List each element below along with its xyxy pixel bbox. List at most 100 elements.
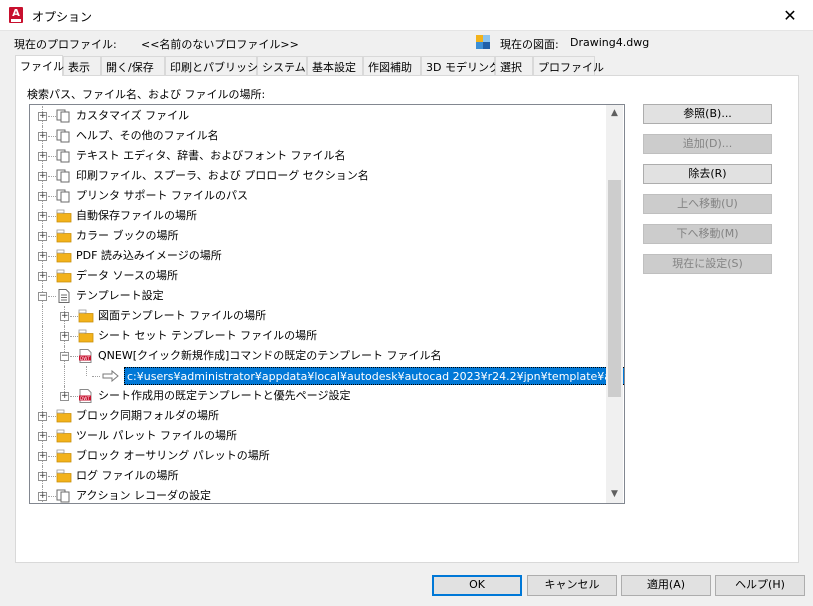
tree-node[interactable]: + ブロック同期フォルダの場所: [30, 406, 608, 426]
tree-node[interactable]: + カスタマイズ ファイル: [30, 106, 608, 126]
scroll-thumb[interactable]: [608, 180, 621, 397]
current-profile-value: <<名前のないプロファイル>>: [141, 38, 299, 51]
tree-node-label: ログ ファイルの場所: [76, 469, 179, 482]
add-button[interactable]: 追加(D)...: [643, 134, 772, 154]
tree-scrollbar[interactable]: ▲ ▼: [606, 105, 623, 503]
document-icon: [56, 289, 72, 303]
expand-icon[interactable]: +: [38, 152, 47, 161]
tab-files[interactable]: ファイル: [15, 55, 64, 76]
tree-node[interactable]: − テンプレート設定: [30, 286, 608, 306]
tree-node[interactable]: + ヘルプ、その他のファイル名: [30, 126, 608, 146]
expand-icon[interactable]: +: [38, 412, 47, 421]
expand-icon[interactable]: +: [38, 232, 47, 241]
help-button[interactable]: ヘルプ(H): [715, 575, 805, 596]
tree-node[interactable]: + DWT シート作成用の既定テンプレートと優先ページ設定: [30, 386, 608, 406]
search-path-tree[interactable]: + カスタマイズ ファイル + ヘルプ、その他のファイル名 + テキスト エディタ、辞書、…: [29, 104, 625, 504]
cancel-button[interactable]: キャンセル: [527, 575, 617, 596]
current-drawing-label: 現在の図面:: [500, 38, 559, 51]
folder-icon: [56, 409, 72, 423]
scroll-up-icon[interactable]: ▲: [606, 105, 623, 122]
tab-profiles[interactable]: プロファイル: [533, 56, 604, 75]
tree-node-label: プリンタ サポート ファイルのパス: [76, 189, 248, 202]
expand-icon[interactable]: +: [38, 172, 47, 181]
tree-node[interactable]: + カラー ブックの場所: [30, 226, 608, 246]
tab-selection[interactable]: 選択: [495, 56, 533, 75]
close-icon[interactable]: ✕: [767, 0, 813, 31]
expand-icon[interactable]: +: [38, 432, 47, 441]
scroll-down-icon[interactable]: ▼: [606, 486, 623, 503]
expand-icon[interactable]: +: [38, 472, 47, 481]
tree-node[interactable]: − DWT QNEW[クイック新規作成]コマンドの既定のテンプレート ファイル名: [30, 346, 608, 366]
tree-node[interactable]: + ツール パレット ファイルの場所: [30, 426, 608, 446]
ok-button[interactable]: OK: [432, 575, 522, 596]
tree-node-label: シート セット テンプレート ファイルの場所: [98, 329, 318, 342]
move-down-button[interactable]: 下へ移動(M): [643, 224, 772, 244]
tree-node-label: PDF 読み込みイメージの場所: [76, 249, 222, 262]
file-stack-icon: [56, 129, 72, 143]
file-stack-icon: [56, 169, 72, 183]
collapse-icon[interactable]: −: [60, 352, 69, 361]
tree-node[interactable]: + ブロック オーサリング パレットの場所: [30, 446, 608, 466]
expand-icon[interactable]: +: [38, 132, 47, 141]
tree-node-label: テキスト エディタ、辞書、およびフォント ファイル名: [76, 149, 346, 162]
folder-icon: [78, 329, 94, 343]
tree-node[interactable]: + アクション レコーダの設定: [30, 486, 608, 503]
folder-icon: [56, 469, 72, 483]
folder-icon: [56, 269, 72, 283]
tab-display[interactable]: 表示: [63, 56, 101, 75]
tree-node-label: 印刷ファイル、スプーラ、および プロローグ セクション名: [76, 169, 369, 182]
tree-node[interactable]: + データ ソースの場所: [30, 266, 608, 286]
window-title: オプション: [32, 10, 93, 24]
expand-icon[interactable]: +: [38, 192, 47, 201]
folder-icon: [56, 429, 72, 443]
tree-path-entry[interactable]: c:¥users¥administrator¥appdata¥local¥aut…: [30, 366, 624, 386]
expand-icon[interactable]: +: [60, 312, 69, 321]
file-stack-icon: [56, 189, 72, 203]
svg-text:DWT: DWT: [80, 356, 90, 361]
current-drawing-value: Drawing4.dwg: [570, 36, 650, 49]
expand-icon[interactable]: +: [38, 452, 47, 461]
title-bar: A オプション ✕: [0, 0, 813, 31]
tree-node[interactable]: + プリンタ サポート ファイルのパス: [30, 186, 608, 206]
folder-icon: [56, 249, 72, 263]
tab-user-preferences[interactable]: 基本設定: [307, 56, 363, 75]
tree-node[interactable]: + ログ ファイルの場所: [30, 466, 608, 486]
tree-node[interactable]: + 自動保存ファイルの場所: [30, 206, 608, 226]
expand-icon[interactable]: +: [38, 212, 47, 221]
tree-node-label: カラー ブックの場所: [76, 229, 179, 242]
move-up-button[interactable]: 上へ移動(U): [643, 194, 772, 214]
tab-3d-modeling[interactable]: 3D モデリング: [421, 56, 500, 75]
remove-button[interactable]: 除去(R): [643, 164, 772, 184]
tree-node[interactable]: + PDF 読み込みイメージの場所: [30, 246, 608, 266]
svg-text:DWT: DWT: [80, 396, 90, 401]
expand-icon[interactable]: +: [60, 332, 69, 341]
tab-drafting[interactable]: 作図補助: [363, 56, 421, 75]
browse-button[interactable]: 参照(B)...: [643, 104, 772, 124]
folder-icon: [78, 309, 94, 323]
selected-path-label: c:¥users¥administrator¥appdata¥local¥aut…: [124, 367, 624, 385]
set-current-button[interactable]: 現在に設定(S): [643, 254, 772, 274]
tree-node[interactable]: + 印刷ファイル、スプーラ、および プロローグ セクション名: [30, 166, 608, 186]
autocad-app-icon: A: [9, 7, 23, 23]
folder-icon: [56, 209, 72, 223]
tree-node-label: ツール パレット ファイルの場所: [76, 429, 237, 442]
tree-node[interactable]: + シート セット テンプレート ファイルの場所: [30, 326, 608, 346]
tree-node-label: カスタマイズ ファイル: [76, 109, 190, 122]
tab-open-save[interactable]: 開く/保存: [101, 56, 165, 75]
tree-node-label: データ ソースの場所: [76, 269, 178, 282]
file-stack-icon: [56, 149, 72, 163]
expand-icon[interactable]: +: [38, 112, 47, 121]
tree-node[interactable]: + テキスト エディタ、辞書、およびフォント ファイル名: [30, 146, 608, 166]
tab-plot-publish[interactable]: 印刷とパブリッシュ: [165, 56, 269, 75]
collapse-icon[interactable]: −: [38, 292, 47, 301]
dwt-file-icon: DWT: [78, 389, 94, 403]
folder-icon: [56, 229, 72, 243]
tree-node[interactable]: + 図面テンプレート ファイルの場所: [30, 306, 608, 326]
tab-system[interactable]: システム: [257, 56, 307, 75]
expand-icon[interactable]: +: [60, 392, 69, 401]
expand-icon[interactable]: +: [38, 492, 47, 501]
expand-icon[interactable]: +: [38, 272, 47, 281]
apply-button[interactable]: 適用(A): [621, 575, 711, 596]
file-stack-icon: [56, 109, 72, 123]
expand-icon[interactable]: +: [38, 252, 47, 261]
